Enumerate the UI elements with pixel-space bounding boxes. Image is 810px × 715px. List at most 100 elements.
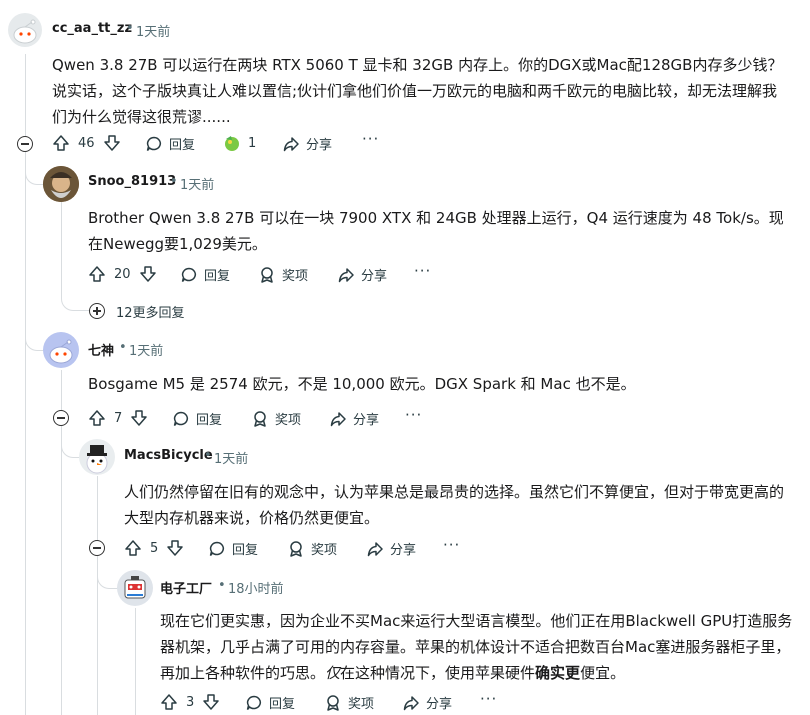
upvote-icon[interactable] <box>160 693 178 711</box>
share-button[interactable]: 分享 <box>366 539 416 558</box>
more-dots-icon: ··· <box>362 130 380 148</box>
username[interactable]: 电子工厂 <box>160 578 212 597</box>
downvote-icon[interactable] <box>202 693 220 711</box>
share-arrow-icon <box>329 410 347 428</box>
vote-count: 5 <box>150 540 159 556</box>
share-label: 分享 <box>353 413 380 428</box>
avatar[interactable] <box>43 166 79 202</box>
share-button[interactable]: 分享 <box>337 265 387 284</box>
thread-curve-more <box>61 294 90 311</box>
share-button[interactable]: 分享 <box>329 409 379 428</box>
separator-dot: • <box>170 174 178 189</box>
award-icon <box>258 266 276 284</box>
more-dots-icon: ··· <box>414 262 432 280</box>
thread-curve-snoo <box>25 152 44 185</box>
username[interactable]: MacsBicycle <box>124 448 213 463</box>
downvote-icon[interactable] <box>103 134 121 152</box>
award-label: 奖项 <box>348 697 375 712</box>
share-arrow-icon <box>282 135 300 153</box>
upvote-icon[interactable] <box>52 134 70 152</box>
timestamp[interactable]: 18小时前 <box>228 578 284 597</box>
more-options-button[interactable]: ··· <box>414 262 431 280</box>
snoo-avatar-icon <box>49 339 73 364</box>
award-button[interactable]: 奖项 <box>287 539 337 558</box>
more-options-button[interactable]: ··· <box>362 130 379 148</box>
reply-button[interactable]: 回复 <box>145 134 195 153</box>
reply-button[interactable]: 回复 <box>180 265 230 284</box>
collapse-button[interactable] <box>89 540 105 556</box>
collapse-button[interactable] <box>17 136 33 152</box>
separator-dot: • <box>119 340 127 355</box>
comment-body-text: 在这种情况下，使用苹果硬件 <box>340 664 536 682</box>
reply-label: 回复 <box>196 413 223 428</box>
comment-bubble-icon <box>245 694 263 712</box>
vote-count: 3 <box>186 694 195 710</box>
vote-count: 46 <box>78 135 95 151</box>
comment-bubble-icon <box>180 266 198 284</box>
share-arrow-icon <box>366 540 384 558</box>
timestamp[interactable]: 1天前 <box>214 448 248 467</box>
share-label: 分享 <box>306 138 333 153</box>
expand-more-replies-icon[interactable] <box>89 303 105 319</box>
reply-button[interactable]: 回复 <box>245 693 295 712</box>
thread-curve-macs <box>61 425 80 458</box>
reply-label: 回复 <box>269 697 296 712</box>
award-icon <box>287 540 305 558</box>
comment-body-bold: 确实更 <box>535 664 581 682</box>
upvote-icon[interactable] <box>124 539 142 557</box>
award-icon <box>324 694 342 712</box>
comment-body: 人们仍然停留在旧有的观念中，认为苹果总是最昂贵的选择。虽然它们不算便宜，但对于带… <box>124 483 785 527</box>
vote-bar: 3 <box>160 693 220 711</box>
vote-count: 20 <box>114 266 131 282</box>
upvote-icon[interactable] <box>88 265 106 283</box>
avatar[interactable] <box>43 332 79 368</box>
share-button[interactable]: 分享 <box>402 693 452 712</box>
username[interactable]: 七神 <box>88 340 114 359</box>
separator-dot: • <box>218 578 226 593</box>
more-dots-icon: ··· <box>480 690 498 708</box>
avatar[interactable] <box>79 439 115 475</box>
avatar[interactable] <box>117 570 153 606</box>
vote-bar: 20 <box>88 265 157 283</box>
award-button[interactable]: 奖项 <box>324 693 374 712</box>
snoo-avatar-icon <box>13 19 37 44</box>
timestamp[interactable]: 1天前 <box>136 21 170 40</box>
more-options-button[interactable]: ··· <box>480 690 497 708</box>
share-arrow-icon <box>402 694 420 712</box>
thread-line-macs[interactable] <box>97 476 98 715</box>
comment-body: 现在它们更实惠，因为企业不买Mac来运行大型语言模型。他们正在用Blackwel… <box>160 608 796 686</box>
username[interactable]: cc_aa_tt_zz <box>52 21 132 36</box>
thread-line-dianzi[interactable] <box>135 608 136 715</box>
robot-avatar-icon <box>124 576 146 599</box>
downvote-icon[interactable] <box>130 409 148 427</box>
thread-line-snoo[interactable] <box>61 202 62 294</box>
vote-bar: 46 <box>52 134 121 152</box>
award-button[interactable]: 1 <box>222 133 256 153</box>
award-button[interactable]: 奖项 <box>251 409 301 428</box>
collapse-button[interactable] <box>53 410 69 426</box>
thread-curve-qishen <box>25 318 44 351</box>
award-icon <box>251 410 269 428</box>
downvote-icon[interactable] <box>166 539 184 557</box>
separator-dot: • <box>204 448 212 463</box>
more-replies-link[interactable]: 12更多回复 <box>116 302 185 321</box>
upvote-icon[interactable] <box>88 409 106 427</box>
timestamp[interactable]: 1天前 <box>180 174 214 193</box>
share-arrow-icon <box>337 266 355 284</box>
reply-label: 回复 <box>169 138 196 153</box>
award-count: 1 <box>248 135 257 151</box>
vote-count: 7 <box>114 410 123 426</box>
reply-button[interactable]: 回复 <box>172 409 222 428</box>
reply-label: 回复 <box>232 543 259 558</box>
downvote-icon[interactable] <box>139 265 157 283</box>
timestamp[interactable]: 1天前 <box>129 340 163 359</box>
more-options-button[interactable]: ··· <box>443 536 460 554</box>
comment-bubble-icon <box>172 410 190 428</box>
avatar[interactable] <box>8 13 42 47</box>
award-label: 奖项 <box>275 413 302 428</box>
reply-button[interactable]: 回复 <box>208 539 258 558</box>
username[interactable]: Snoo_81913 <box>88 174 176 189</box>
more-options-button[interactable]: ··· <box>405 406 422 424</box>
award-button[interactable]: 奖项 <box>258 265 308 284</box>
share-button[interactable]: 分享 <box>282 134 332 153</box>
